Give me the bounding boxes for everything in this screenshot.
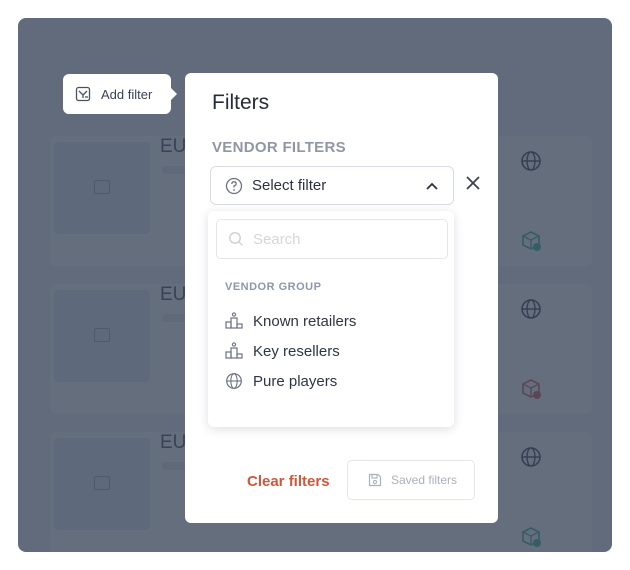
save-icon xyxy=(368,473,382,487)
option-label: Pure players xyxy=(253,372,338,390)
filter-select-value: Select filter xyxy=(252,177,327,194)
vendor-filters-heading: VENDOR FILTERS xyxy=(212,139,346,156)
search-field[interactable] xyxy=(216,219,448,259)
close-icon[interactable] xyxy=(465,175,481,191)
filter-add-icon xyxy=(75,86,91,102)
filter-select[interactable]: Select filter xyxy=(210,166,454,205)
option-known-retailers[interactable]: Known retailers xyxy=(225,310,356,332)
option-label: Known retailers xyxy=(253,312,357,330)
globe-icon xyxy=(226,373,242,389)
popover-caret xyxy=(170,87,177,101)
vendor-group-heading: VENDOR GROUP xyxy=(225,281,322,293)
clear-filters-button[interactable]: Clear filters xyxy=(247,473,330,490)
option-pure-players[interactable]: Pure players xyxy=(225,370,337,392)
filter-dropdown: VENDOR GROUP Known retailers Key reselle… xyxy=(208,211,454,427)
filters-panel: Filters VENDOR FILTERS Select filter VEN… xyxy=(185,73,498,523)
saved-filters-label: Saved filters xyxy=(391,473,458,487)
help-circle-icon xyxy=(225,177,243,194)
chevron-up-icon xyxy=(426,182,438,190)
panel-title: Filters xyxy=(212,91,270,114)
podium-icon xyxy=(225,342,243,359)
podium-icon xyxy=(225,312,243,329)
option-label: Key resellers xyxy=(253,342,340,360)
saved-filters-button[interactable]: Saved filters xyxy=(347,460,475,500)
add-filter-button[interactable]: Add filter xyxy=(63,74,177,114)
search-input[interactable] xyxy=(253,230,433,248)
search-icon xyxy=(229,232,244,247)
option-key-resellers[interactable]: Key resellers xyxy=(225,340,340,362)
add-filter-label: Add filter xyxy=(101,86,153,102)
